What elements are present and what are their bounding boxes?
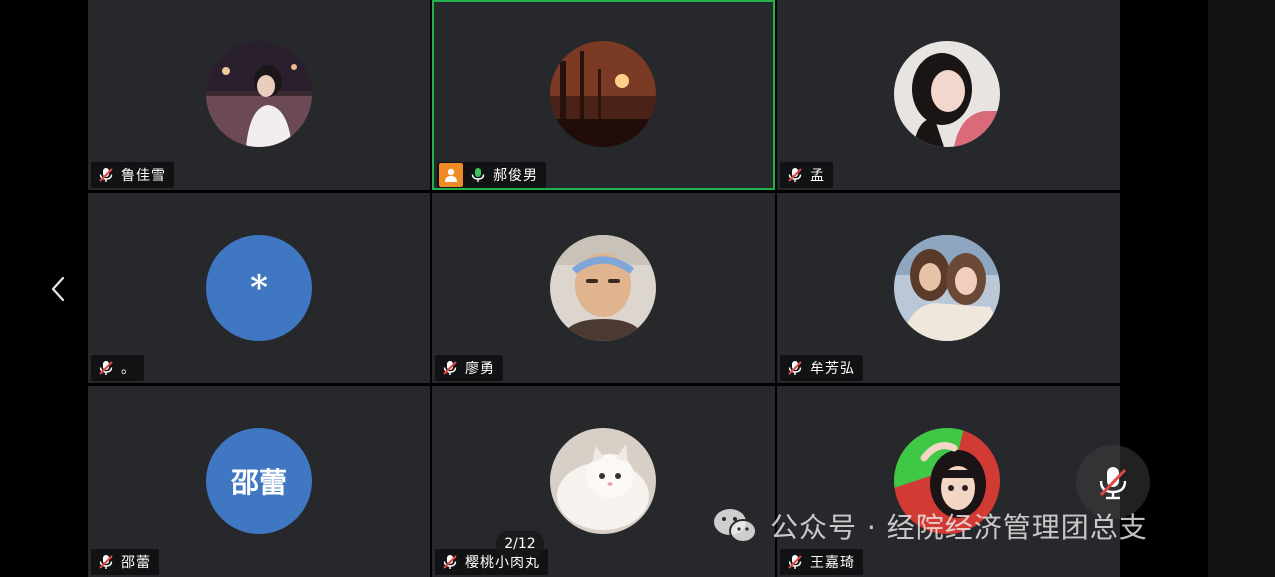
mic-active-icon [471, 168, 485, 182]
user-icon [445, 168, 457, 182]
name-label: 王嘉琦 [780, 549, 863, 575]
wechat-logo-icon [714, 509, 757, 543]
mic-muted-icon [788, 361, 802, 375]
avatar [550, 41, 656, 147]
name-label: 牟芳弘 [780, 355, 863, 381]
participant-tile[interactable]: 邵蕾 邵蕾 [88, 386, 430, 577]
participant-tile[interactable]: 樱桃小肉丸 [432, 386, 775, 577]
participant-name: 王嘉琦 [810, 555, 855, 571]
name-label: 。 [91, 355, 144, 381]
avatar [894, 41, 1000, 147]
mic-muted-icon [99, 168, 113, 182]
participant-tile[interactable]: 廖勇 [432, 193, 775, 383]
participant-grid: 鲁佳雪 郝俊男 孟 * 。 廖勇 牟芳弘 邵蕾 邵蕾 樱桃小肉丸 王嘉琦 [88, 0, 1120, 577]
participant-name: 鲁佳雪 [121, 168, 166, 184]
participant-name: 孟 [810, 168, 825, 184]
watermark: 公众号 · 经院经济管理团总支 [712, 506, 1148, 546]
man-photo [550, 235, 656, 341]
avatar-text: * [250, 268, 268, 308]
name-label: 孟 [780, 162, 833, 188]
page-indicator[interactable]: 2/12 [496, 531, 544, 557]
mic-muted-icon [443, 361, 457, 375]
participant-tile[interactable]: 孟 [777, 0, 1120, 190]
name-label: 廖勇 [435, 355, 503, 381]
avatar-text: 邵蕾 [230, 466, 287, 499]
participant-name: 牟芳弘 [810, 361, 855, 377]
portrait-photo [894, 41, 1000, 147]
watermark-text: 公众号 · 经院经济管理团总支 [770, 511, 1148, 544]
mic-muted-icon [99, 361, 113, 375]
avatar [206, 41, 312, 147]
host-badge [439, 163, 463, 187]
mic-muted-icon [99, 555, 113, 569]
avatar-initials: * [206, 235, 312, 341]
name-label: 邵蕾 [91, 549, 159, 575]
page-indicator-text: 2/12 [504, 536, 536, 552]
participant-tile[interactable]: * 。 [88, 193, 430, 383]
chevron-left-icon [51, 276, 65, 302]
previous-page-button[interactable] [44, 272, 74, 306]
avatar [550, 428, 656, 534]
mic-muted-icon [1099, 467, 1127, 500]
participant-tile[interactable]: 牟芳弘 [777, 193, 1120, 383]
mic-muted-icon [443, 555, 457, 569]
participant-name: 廖勇 [465, 361, 495, 377]
sunset-photo [550, 41, 656, 147]
participant-tile-active[interactable]: 郝俊男 [432, 0, 775, 190]
participant-name: 郝俊男 [493, 168, 538, 184]
name-label: 郝俊男 [437, 162, 546, 188]
mic-muted-icon [788, 555, 802, 569]
right-edge [1208, 0, 1275, 577]
white-cat-photo [550, 428, 656, 534]
avatar-initials: 邵蕾 [206, 428, 312, 534]
night-street-photo [206, 41, 312, 147]
two-women-photo [894, 235, 1000, 341]
participant-tile[interactable]: 王嘉琦 [777, 386, 1120, 577]
avatar [550, 235, 656, 341]
participant-name: 。 [121, 361, 136, 377]
participant-name: 邵蕾 [121, 555, 151, 571]
avatar [894, 235, 1000, 341]
mic-muted-icon [788, 168, 802, 182]
participant-tile[interactable]: 鲁佳雪 [88, 0, 430, 190]
name-label: 鲁佳雪 [91, 162, 174, 188]
